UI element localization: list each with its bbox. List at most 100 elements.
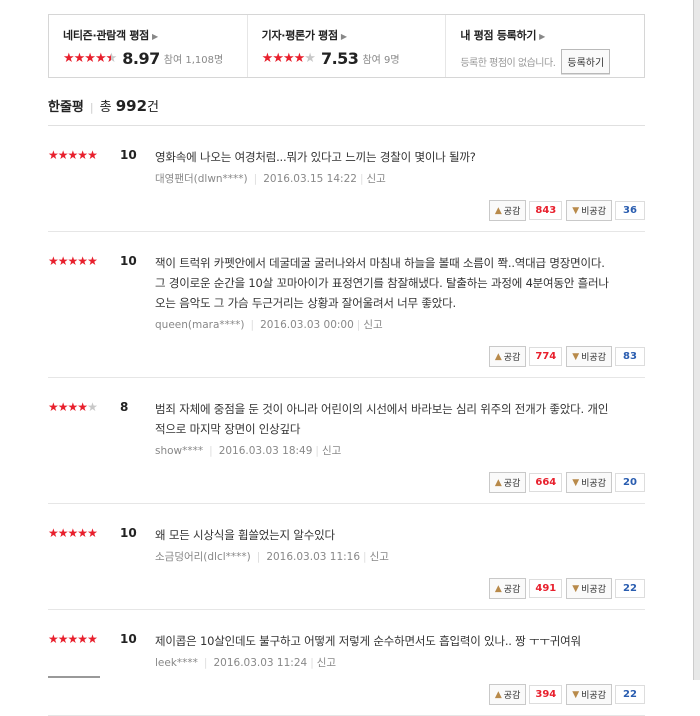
review-item: ★★★★★ 10 왜 모든 시상식을 휩쓸었는지 알수있다 소금덩어리(dlcl***… xyxy=(48,504,645,610)
review-score: 10 xyxy=(120,254,137,268)
star-icon: ★ xyxy=(77,254,88,268)
review-text-line: 왜 모든 시상식을 휩쓸었는지 알수있다 xyxy=(155,528,335,542)
star-icon: ★ xyxy=(87,400,98,414)
review-score: 8 xyxy=(120,400,129,414)
dislike-count: 83 xyxy=(615,347,645,366)
like-label: 공감 xyxy=(503,479,521,489)
review-author[interactable]: 소금덩어리(dlcl****) xyxy=(155,551,251,563)
netizen-participants: 참여 1,108명 xyxy=(163,55,224,66)
dislike-count: 22 xyxy=(615,685,645,704)
critic-rating-title[interactable]: 기자·평론가 평점 ▶ xyxy=(262,27,446,43)
review-item: ★★★★★ 10 잭이 트럭위 카펫안에서 데굴데굴 굴러나와서 마침내 하늘을 볼… xyxy=(48,232,645,378)
thumbs-down-icon: ▼ xyxy=(572,205,580,216)
critic-participants: 참여 9명 xyxy=(362,55,400,66)
review-section: 네티즌·관람객 평점▶ ★★★★★★ 8.97 참여 1,108명 기자·평론가… xyxy=(48,0,645,716)
star-icon: ★ xyxy=(57,526,69,540)
star-icon: ★ xyxy=(57,148,69,162)
star-icon: ★ xyxy=(87,254,98,268)
review-score: 10 xyxy=(120,526,137,540)
like-button[interactable]: ▲ 공감 xyxy=(488,472,527,493)
star-icon: ★ xyxy=(77,148,88,162)
my-rating-empty-text: 등록한 평점이 없습니다. xyxy=(460,58,556,69)
like-count: 394 xyxy=(529,685,563,704)
netizen-stars: ★★★★★★ xyxy=(63,51,117,66)
dislike-button[interactable]: ▼ 비공감 xyxy=(566,346,612,367)
review-author[interactable]: leek**** xyxy=(155,657,198,669)
star-icon: ★ xyxy=(87,148,98,162)
review-author[interactable]: queen(mara****) xyxy=(155,319,245,331)
star-icon: ★ xyxy=(57,632,69,646)
thumbs-up-icon: ▲ xyxy=(494,351,502,362)
dislike-label: 비공감 xyxy=(581,353,606,363)
dislike-label: 비공감 xyxy=(581,585,606,595)
review-author[interactable]: show**** xyxy=(155,445,203,457)
thumbs-down-icon: ▼ xyxy=(572,351,580,362)
netizen-rating-title[interactable]: 네티즌·관람객 평점 ▶ xyxy=(63,27,247,43)
like-label: 공감 xyxy=(503,353,521,363)
review-stars: ★★★★★ xyxy=(48,526,98,540)
report-link[interactable]: 신고 xyxy=(366,173,385,185)
review-author[interactable]: 대영팬더(dlwn****) xyxy=(155,173,248,185)
review-score: 10 xyxy=(120,632,137,646)
star-icon: ★ xyxy=(48,148,59,162)
review-date: 2016.03.03 18:49 xyxy=(218,445,313,457)
chevron-right-icon: ▶ xyxy=(539,32,546,41)
like-button[interactable]: ▲ 공감 xyxy=(488,200,527,221)
vote-bar: ▲ 공감 774 ▼ 비공감 83 xyxy=(155,346,645,367)
like-count: 774 xyxy=(529,347,563,366)
star-icon: ★ xyxy=(67,148,79,162)
my-rating: 내 평점 등록하기 ▶ 등록한 평점이 없습니다. 등록하기 xyxy=(445,15,644,77)
review-date: 2016.03.03 00:00 xyxy=(260,319,354,331)
window-scrollbar[interactable] xyxy=(693,0,700,680)
thumbs-down-icon: ▼ xyxy=(572,689,580,700)
thumbs-up-icon: ▲ xyxy=(494,477,502,488)
vote-bar: ▲ 공감 664 ▼ 비공감 20 xyxy=(155,472,645,493)
like-button[interactable]: ▲ 공감 xyxy=(488,578,527,599)
netizen-rating: 네티즌·관람객 평점▶ ★★★★★★ 8.97 참여 1,108명 xyxy=(49,15,247,77)
dislike-button[interactable]: ▼ 비공감 xyxy=(566,684,612,705)
review-text-line: 오는 음악도 그 가슴 두근거리는 상황과 잘어울려서 너무 좋았다. xyxy=(155,296,456,310)
star-icon: ★ xyxy=(67,632,79,646)
star-icon: ★ xyxy=(48,632,59,646)
report-link[interactable]: 신고 xyxy=(370,551,389,563)
vote-bar: ▲ 공감 394 ▼ 비공감 22 xyxy=(155,684,645,705)
like-count: 491 xyxy=(529,579,563,598)
review-stars: ★★★★★ xyxy=(48,148,98,162)
review-date: 2016.03.03 11:24 xyxy=(213,657,308,669)
my-rating-title[interactable]: 내 평점 등록하기 ▶ xyxy=(460,27,644,43)
report-link[interactable]: 신고 xyxy=(363,319,382,331)
like-button[interactable]: ▲ 공감 xyxy=(488,684,527,705)
dislike-button[interactable]: ▼ 비공감 xyxy=(566,578,612,599)
rating-summary: 네티즌·관람객 평점▶ ★★★★★★ 8.97 참여 1,108명 기자·평론가… xyxy=(48,14,645,78)
review-list: ★★★★★ 10 영화속에 나오는 여경처럼...뭐가 있다고 느끼는 경찰이 몇이… xyxy=(48,126,645,716)
register-rating-button[interactable]: 등록하기 xyxy=(561,49,611,74)
star-icon: ★ xyxy=(77,526,88,540)
dislike-button[interactable]: ▼ 비공감 xyxy=(566,472,612,493)
star-icon: ★ xyxy=(48,254,59,268)
like-label: 공감 xyxy=(503,691,521,701)
chevron-right-icon: ▶ xyxy=(340,32,347,41)
review-list-header: 한줄평 | 총 992건 xyxy=(48,96,645,126)
star-icon: ★ xyxy=(67,254,79,268)
review-text: 잭이 트럭위 카펫안에서 데굴데굴 굴러나와서 마침내 하늘을 볼때 소름이 쫙… xyxy=(155,253,645,313)
review-text: 영화속에 나오는 여경처럼...뭐가 있다고 느끼는 경찰이 몇이나 될까? xyxy=(155,147,645,167)
review-meta: queen(mara****) | 2016.03.03 00:00 | 신고 xyxy=(155,319,383,331)
review-stars: ★★★★★ xyxy=(48,254,98,268)
dislike-label: 비공감 xyxy=(581,691,606,701)
left-margin xyxy=(0,0,28,680)
netizen-score: 8.97 xyxy=(122,49,160,68)
review-meta: 소금덩어리(dlcl****) | 2016.03.03 11:16 | 신고 xyxy=(155,551,389,563)
dislike-count: 22 xyxy=(615,579,645,598)
review-count: 992 xyxy=(115,97,148,115)
vote-bar: ▲ 공감 491 ▼ 비공감 22 xyxy=(155,578,645,599)
like-label: 공감 xyxy=(503,207,521,217)
dislike-count: 36 xyxy=(615,201,645,220)
dislike-button[interactable]: ▼ 비공감 xyxy=(566,200,612,221)
report-link[interactable]: 신고 xyxy=(322,445,341,457)
thumbs-up-icon: ▲ xyxy=(494,583,502,594)
review-item: ★★★★★ 10 영화속에 나오는 여경처럼...뭐가 있다고 느끼는 경찰이 몇이… xyxy=(48,126,645,232)
review-text: 제이콥은 10살인데도 불구하고 어떻게 저렇게 순수하면서도 흡입력이 있나.… xyxy=(155,631,645,651)
report-link[interactable]: 신고 xyxy=(317,657,336,669)
like-button[interactable]: ▲ 공감 xyxy=(488,346,527,367)
review-list-title: 한줄평 xyxy=(48,100,84,115)
